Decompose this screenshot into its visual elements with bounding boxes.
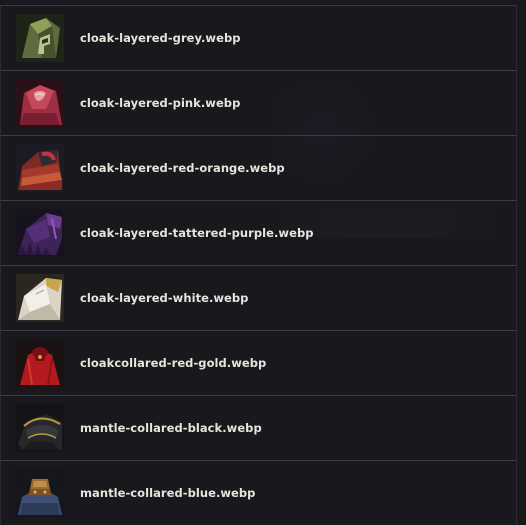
file-row[interactable]: cloak-layered-pink.webp: [1, 71, 516, 136]
cloak-pink-icon: [16, 79, 64, 127]
file-name: mantle-collared-black.webp: [80, 421, 262, 435]
file-name: cloak-layered-pink.webp: [80, 96, 241, 110]
file-row[interactable]: cloak-layered-tattered-purple.webp: [1, 201, 516, 266]
cloak-red-gold-icon: [16, 339, 64, 387]
file-row[interactable]: cloak-layered-red-orange.webp: [1, 136, 516, 201]
file-name: cloak-layered-red-orange.webp: [80, 161, 285, 175]
file-name: cloak-layered-white.webp: [80, 291, 249, 305]
mantle-blue-icon: [16, 469, 64, 517]
file-row[interactable]: mantle-collared-blue.webp: [1, 461, 516, 525]
file-name: cloak-layered-grey.webp: [80, 31, 241, 45]
cloak-grey-icon: [16, 14, 64, 62]
cloak-white-icon: [16, 274, 64, 322]
file-name: cloak-layered-tattered-purple.webp: [80, 226, 314, 240]
file-name: cloakcollared-red-gold.webp: [80, 356, 267, 370]
file-row[interactable]: cloakcollared-red-gold.webp: [1, 331, 516, 396]
file-row[interactable]: cloak-layered-white.webp: [1, 266, 516, 331]
file-list: cloak-layered-grey.webp cloak-layered-pi…: [0, 5, 517, 525]
file-browser: cloak-layered-grey.webp cloak-layered-pi…: [0, 0, 526, 525]
cloak-tattered-purple-icon: [16, 209, 64, 257]
file-row[interactable]: mantle-collared-black.webp: [1, 396, 516, 461]
file-row[interactable]: cloak-layered-grey.webp: [1, 6, 516, 71]
cloak-red-orange-icon: [16, 144, 64, 192]
mantle-black-icon: [16, 404, 64, 452]
file-name: mantle-collared-blue.webp: [80, 486, 256, 500]
